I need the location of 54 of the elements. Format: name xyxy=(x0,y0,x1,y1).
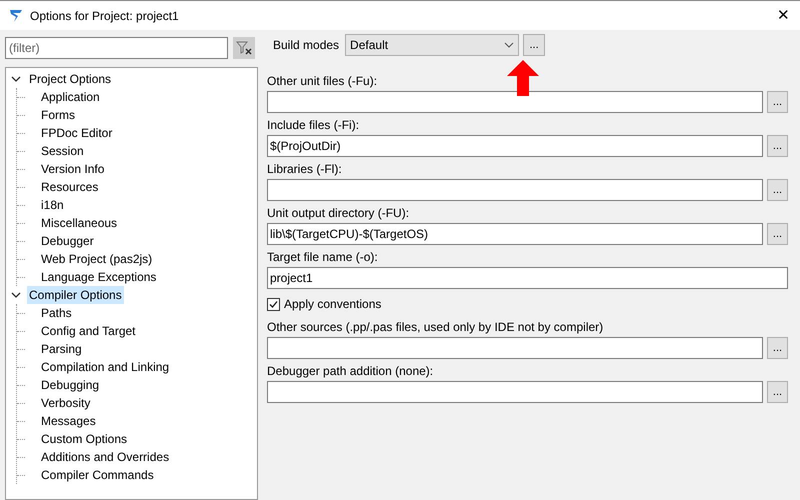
input-field[interactable]: lib\$(TargetCPU)-$(TargetOS) xyxy=(267,223,763,245)
input-field[interactable]: $(ProjOutDir) xyxy=(267,135,763,157)
tree-item[interactable]: Miscellaneous xyxy=(39,214,120,232)
input-field[interactable]: project1 xyxy=(267,267,788,289)
browse-button[interactable]: ... xyxy=(767,91,788,113)
tree-item[interactable]: Compilation and Linking xyxy=(39,358,172,376)
input-field[interactable] xyxy=(267,179,763,201)
browse-button[interactable]: ... xyxy=(767,179,788,201)
tree-item[interactable]: Config and Target xyxy=(39,322,138,340)
browse-button[interactable]: ... xyxy=(767,135,788,157)
tree-item[interactable]: Verbosity xyxy=(39,394,92,412)
checkbox[interactable] xyxy=(267,298,280,310)
tree-item[interactable]: i18n xyxy=(39,196,66,214)
input-field[interactable] xyxy=(267,337,763,359)
field-label: Other sources (.pp/.pas files, used only by IDE not by compiler) xyxy=(267,319,604,335)
tree-item[interactable]: Messages xyxy=(39,412,98,430)
input-field[interactable] xyxy=(267,91,763,113)
tree-item[interactable]: Session xyxy=(39,142,86,160)
field-label: Include files (-Fi): xyxy=(267,117,360,133)
window-title: Options for Project: project1 xyxy=(30,8,179,24)
field-label: Libraries (-Fl): xyxy=(267,161,342,177)
close-button[interactable]: ✕ xyxy=(777,8,790,23)
field-label: Debugger path addition (none): xyxy=(267,363,434,379)
tree-item[interactable]: Debugger xyxy=(39,232,96,250)
build-modes-button[interactable]: ... xyxy=(523,34,546,56)
field-label: Target file name (-o): xyxy=(267,249,378,265)
tree-item[interactable]: Resources xyxy=(39,178,100,196)
tree-item[interactable]: Language Exceptions xyxy=(39,268,158,286)
tree-item[interactable]: FPDoc Editor xyxy=(39,124,114,142)
tree-item[interactable]: Custom Options xyxy=(39,430,130,448)
checkbox-label: Apply conventions xyxy=(284,296,382,313)
tree-item[interactable]: Application xyxy=(39,88,102,106)
tree-item[interactable]: Additions and Overrides xyxy=(39,448,172,466)
app-logo-icon xyxy=(8,8,24,24)
filter-field[interactable]: (filter) xyxy=(5,37,228,59)
clear-filter-button[interactable] xyxy=(233,37,255,59)
build-modes-dropdown[interactable]: Default xyxy=(345,34,520,56)
tree-item[interactable]: Parsing xyxy=(39,340,84,358)
tree-item[interactable]: Forms xyxy=(39,106,77,124)
tree-item[interactable]: Web Project (pas2js) xyxy=(39,250,154,268)
tree-item[interactable]: Compiler Options xyxy=(27,286,124,304)
tree-item[interactable]: Paths xyxy=(39,304,74,322)
browse-button[interactable]: ... xyxy=(767,337,788,359)
tree-item[interactable]: Project Options xyxy=(27,70,114,88)
browse-button[interactable]: ... xyxy=(767,381,788,403)
tree-item[interactable]: Version Info xyxy=(39,160,106,178)
browse-button[interactable]: ... xyxy=(767,223,788,245)
input-field[interactable] xyxy=(267,381,763,403)
caret-icon xyxy=(504,42,514,48)
field-label: Unit output directory (-FU): xyxy=(267,205,410,221)
field-label: Other unit files (-Fu): xyxy=(267,73,378,89)
tree-item[interactable]: Debugging xyxy=(39,376,102,394)
tree-item[interactable]: Compiler Commands xyxy=(39,466,156,484)
build-modes-label: Build modes xyxy=(273,37,340,54)
